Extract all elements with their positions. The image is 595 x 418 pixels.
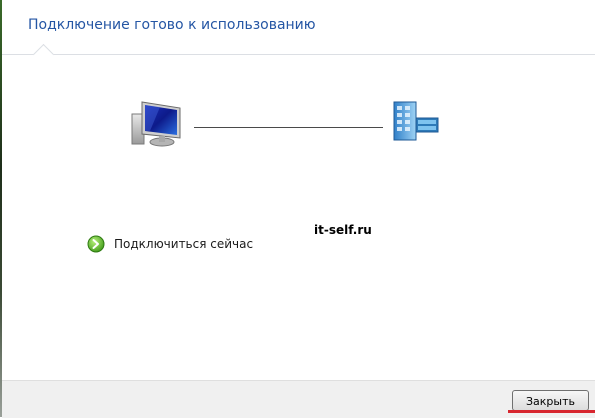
connection-line [194, 127, 383, 128]
server-network-icon [393, 101, 439, 141]
computer-icon [131, 101, 181, 147]
watermark-text: it-self.ru [314, 223, 372, 237]
connect-now-link[interactable]: Подключиться сейчас [87, 234, 253, 254]
close-button[interactable]: Закрыть [512, 390, 589, 411]
dialog-footer [2, 380, 595, 418]
window-edge [0, 0, 2, 417]
green-arrow-icon [87, 235, 105, 253]
connect-now-label: Подключиться сейчас [114, 237, 254, 251]
dialog-title: Подключение готово к использованию [28, 17, 316, 33]
highlight-underline [508, 410, 595, 413]
dialog-header: Подключение готово к использованию [2, 0, 595, 55]
